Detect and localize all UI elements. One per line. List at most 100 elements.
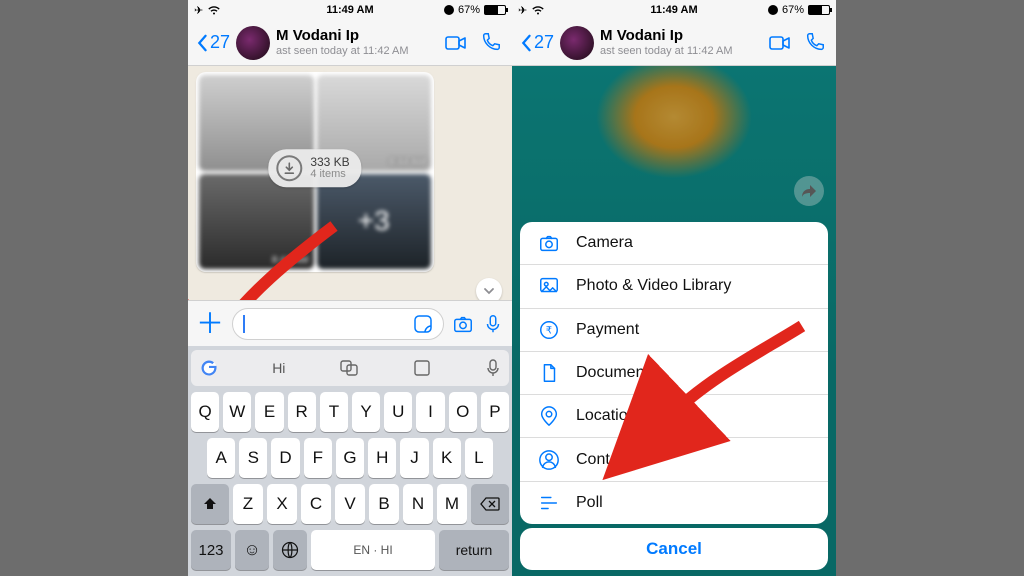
phone-screenshot-right: ✈︎ 11:49 AM 67% 27 M Vodani Ip ast seen … bbox=[512, 0, 836, 576]
sheet-item-label: Poll bbox=[576, 494, 603, 512]
voice-typing-icon[interactable] bbox=[485, 358, 501, 378]
key-v[interactable]: V bbox=[335, 484, 365, 524]
key-o[interactable]: O bbox=[449, 392, 477, 432]
numbers-key[interactable]: 123 bbox=[191, 530, 231, 570]
battery-icon bbox=[808, 5, 830, 15]
sheet-item-label: Photo & Video Library bbox=[576, 277, 731, 295]
sheet-item-camera[interactable]: Camera bbox=[520, 222, 828, 265]
video-call-icon[interactable] bbox=[444, 31, 468, 55]
google-icon[interactable] bbox=[199, 358, 219, 378]
key-d[interactable]: D bbox=[271, 438, 299, 478]
sheet-item-label: Document bbox=[576, 364, 649, 382]
download-icon bbox=[276, 155, 302, 181]
voice-call-icon[interactable] bbox=[480, 31, 504, 55]
status-bar: ✈︎ 11:49 AM 67% bbox=[512, 0, 836, 20]
key-k[interactable]: K bbox=[433, 438, 461, 478]
download-media-button[interactable]: 333 KB 4 items bbox=[268, 149, 361, 187]
key-c[interactable]: C bbox=[301, 484, 331, 524]
key-m[interactable]: M bbox=[437, 484, 467, 524]
avatar[interactable] bbox=[560, 26, 594, 60]
sheet-item-label: Payment bbox=[576, 321, 639, 339]
sheet-item-label: Contact bbox=[576, 451, 631, 469]
sheet-item-label: Location bbox=[576, 407, 637, 425]
message-input-bar: ＋ bbox=[188, 300, 512, 346]
sheet-item-contact[interactable]: Contact bbox=[520, 438, 828, 481]
chat-area[interactable]: 8:44 AM 8:44 AM +3 333 KB 4 items bbox=[188, 66, 512, 300]
message-input[interactable] bbox=[232, 308, 444, 340]
key-b[interactable]: B bbox=[369, 484, 399, 524]
contact-name: M Vodani Ip bbox=[600, 28, 762, 45]
voice-call-icon[interactable] bbox=[804, 31, 828, 55]
poll-icon bbox=[538, 492, 560, 514]
sheet-item-location[interactable]: Location bbox=[520, 395, 828, 438]
sticker-icon[interactable] bbox=[413, 314, 433, 334]
cancel-button[interactable]: Cancel bbox=[520, 528, 828, 570]
sheet-item-photo[interactable]: Photo & Video Library bbox=[520, 265, 828, 308]
key-s[interactable]: S bbox=[239, 438, 267, 478]
back-button[interactable]: 27 bbox=[196, 32, 230, 53]
attachment-action-sheet: Camera Photo & Video Library ₹ Payment Docum… bbox=[520, 222, 828, 524]
emoji-key[interactable]: ☺ bbox=[235, 530, 269, 570]
key-x[interactable]: X bbox=[267, 484, 297, 524]
media-size: 333 KB bbox=[310, 156, 349, 169]
sheet-item-document[interactable]: Document bbox=[520, 352, 828, 395]
contact-icon bbox=[538, 449, 560, 471]
media-thumb[interactable]: 8:44 AM bbox=[199, 174, 314, 270]
video-call-icon[interactable] bbox=[768, 31, 792, 55]
camera-icon[interactable] bbox=[452, 313, 474, 335]
space-key[interactable]: EN · HI bbox=[311, 530, 435, 570]
key-i[interactable]: I bbox=[416, 392, 444, 432]
key-p[interactable]: P bbox=[481, 392, 509, 432]
key-a[interactable]: A bbox=[207, 438, 235, 478]
sticker-suggestion-icon[interactable] bbox=[412, 358, 432, 378]
payment-icon: ₹ bbox=[538, 319, 560, 341]
document-icon bbox=[538, 362, 560, 384]
keyboard-row: ZXCVBNM bbox=[191, 484, 509, 524]
back-count: 27 bbox=[210, 32, 230, 53]
key-y[interactable]: Y bbox=[352, 392, 380, 432]
keyboard-row: ASDFGHJKL bbox=[191, 438, 509, 478]
key-f[interactable]: F bbox=[304, 438, 332, 478]
contact-name-block[interactable]: M Vodani Ip ast seen today at 11:42 AM bbox=[276, 28, 438, 57]
key-n[interactable]: N bbox=[403, 484, 433, 524]
contact-name-block[interactable]: M Vodani Ip ast seen today at 11:42 AM bbox=[600, 28, 762, 57]
globe-key[interactable] bbox=[273, 530, 307, 570]
status-time: 11:49 AM bbox=[512, 4, 836, 16]
avatar[interactable] bbox=[236, 26, 270, 60]
chat-area: Camera Photo & Video Library ₹ Payment Docum… bbox=[512, 66, 836, 576]
media-timestamp: 8:44 AM bbox=[272, 255, 309, 266]
key-j[interactable]: J bbox=[400, 438, 428, 478]
sheet-item-poll[interactable]: Poll bbox=[520, 482, 828, 524]
phone-screenshot-left: ✈︎ 11:49 AM 67% 27 M Vodani Ip ast seen … bbox=[188, 0, 512, 576]
media-item-count: 4 items bbox=[310, 169, 349, 181]
shift-key[interactable] bbox=[191, 484, 229, 524]
key-z[interactable]: Z bbox=[233, 484, 263, 524]
media-timestamp: 8:44 AM bbox=[389, 157, 426, 168]
key-r[interactable]: R bbox=[288, 392, 316, 432]
key-u[interactable]: U bbox=[384, 392, 412, 432]
sheet-item-label: Camera bbox=[576, 234, 633, 252]
attach-button[interactable]: ＋ bbox=[196, 310, 224, 338]
mic-icon[interactable] bbox=[482, 313, 504, 335]
text-caret bbox=[243, 315, 245, 333]
key-g[interactable]: G bbox=[336, 438, 364, 478]
key-e[interactable]: E bbox=[255, 392, 283, 432]
media-thumb-more[interactable]: +3 bbox=[317, 174, 432, 270]
media-message[interactable]: 8:44 AM 8:44 AM +3 333 KB 4 items bbox=[196, 72, 434, 272]
location-icon bbox=[538, 405, 560, 427]
last-seen: ast seen today at 11:42 AM bbox=[276, 45, 438, 57]
sheet-item-payment[interactable]: ₹ Payment bbox=[520, 309, 828, 352]
key-t[interactable]: T bbox=[320, 392, 348, 432]
return-key[interactable]: return bbox=[439, 530, 509, 570]
translate-icon[interactable] bbox=[339, 358, 359, 378]
scroll-to-bottom-button[interactable] bbox=[476, 278, 502, 300]
keyboard: Hi QWERTYUIOP ASDFGHJKL ZXCVBNM 123 ☺ bbox=[188, 346, 512, 576]
key-w[interactable]: W bbox=[223, 392, 251, 432]
back-button[interactable]: 27 bbox=[520, 32, 554, 53]
key-q[interactable]: Q bbox=[191, 392, 219, 432]
backspace-key[interactable] bbox=[471, 484, 509, 524]
key-h[interactable]: H bbox=[368, 438, 396, 478]
key-l[interactable]: L bbox=[465, 438, 493, 478]
last-seen: ast seen today at 11:42 AM bbox=[600, 45, 762, 57]
keyboard-suggestion[interactable]: Hi bbox=[272, 360, 285, 376]
